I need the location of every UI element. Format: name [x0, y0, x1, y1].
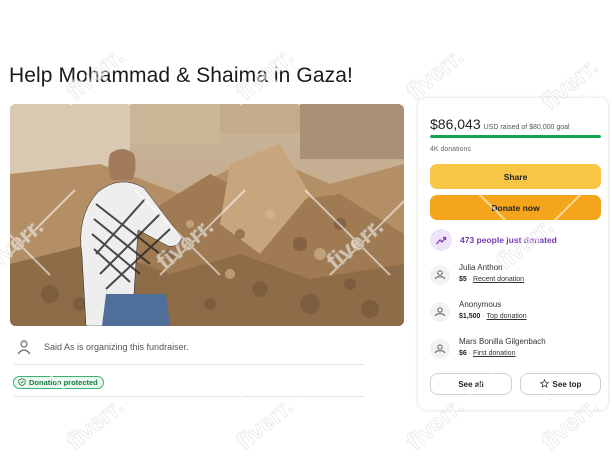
donor-name: Anonymous: [459, 300, 502, 309]
raised-summary: $86,043 USD raised of $80,000 goal: [430, 116, 570, 132]
organizer-row: Said As is organizing this fundraiser.: [14, 337, 189, 357]
donor-hands-icon: [430, 265, 450, 285]
watermark-mark: fiverr.: [214, 369, 326, 456]
divider: [14, 364, 364, 365]
donation-sidebar: $86,043 USD raised of $80,000 goal 4K do…: [418, 98, 608, 410]
donor-amount: $5: [459, 276, 467, 283]
shield-check-icon: [18, 377, 26, 388]
donor-tag-link[interactable]: Top donation: [487, 313, 527, 320]
donation-protected-label: Donation protected: [29, 378, 98, 387]
campaign-hero-image: [10, 104, 404, 326]
watermark-mark: fiverr.: [44, 19, 156, 106]
progress-fill: [430, 135, 601, 138]
donations-count: 4K donations: [430, 146, 471, 153]
donate-now-button[interactable]: Donate now: [430, 195, 601, 220]
see-top-button[interactable]: See top: [520, 373, 601, 395]
page-title: Help Mohammad & Shaima in Gaza!: [9, 64, 353, 87]
see-all-button[interactable]: See all: [430, 373, 512, 395]
watermark-mark: fiverr.: [214, 19, 326, 106]
trend-up-icon: [430, 229, 452, 251]
donation-protected-badge[interactable]: Donation protected: [13, 376, 104, 389]
svg-text:fiverr.: fiverr.: [61, 393, 128, 456]
svg-text:fiverr.: fiverr.: [401, 43, 468, 106]
recent-activity: 473 people just donated: [430, 229, 557, 251]
donor-item: Anonymous $1,500 · Top donation: [430, 300, 527, 322]
share-button[interactable]: Share: [430, 164, 601, 189]
user-icon: [14, 337, 34, 357]
svg-text:fiverr.: fiverr.: [231, 393, 298, 456]
donor-item: Julia Anthon $5 · Recent donation: [430, 263, 524, 285]
donor-item: Mars Bonilla Gilgenbach $6 · First donat…: [430, 337, 546, 359]
donor-tag-link[interactable]: Recent donation: [473, 276, 524, 283]
donor-hands-icon: [430, 339, 450, 359]
donor-name: Julia Anthon: [459, 263, 503, 272]
donor-hands-icon: [430, 302, 450, 322]
divider: [14, 396, 364, 397]
donor-amount: $1,500: [459, 313, 481, 320]
progress-bar: [430, 135, 601, 138]
donor-name: Mars Bonilla Gilgenbach: [459, 337, 546, 346]
donor-amount: $6: [459, 350, 467, 357]
raised-goal: USD raised of $80,000 goal: [483, 124, 570, 131]
raised-amount: $86,043: [430, 116, 481, 132]
donor-tag-link[interactable]: First donation: [473, 350, 515, 357]
watermark-mark: fiverr.: [384, 19, 496, 106]
organizer-text: Said As is organizing this fundraiser.: [44, 342, 189, 352]
see-top-label: See top: [552, 379, 582, 389]
see-all-label: See all: [458, 379, 484, 389]
star-icon: [539, 378, 549, 390]
recent-activity-text: 473 people just donated: [460, 235, 557, 245]
